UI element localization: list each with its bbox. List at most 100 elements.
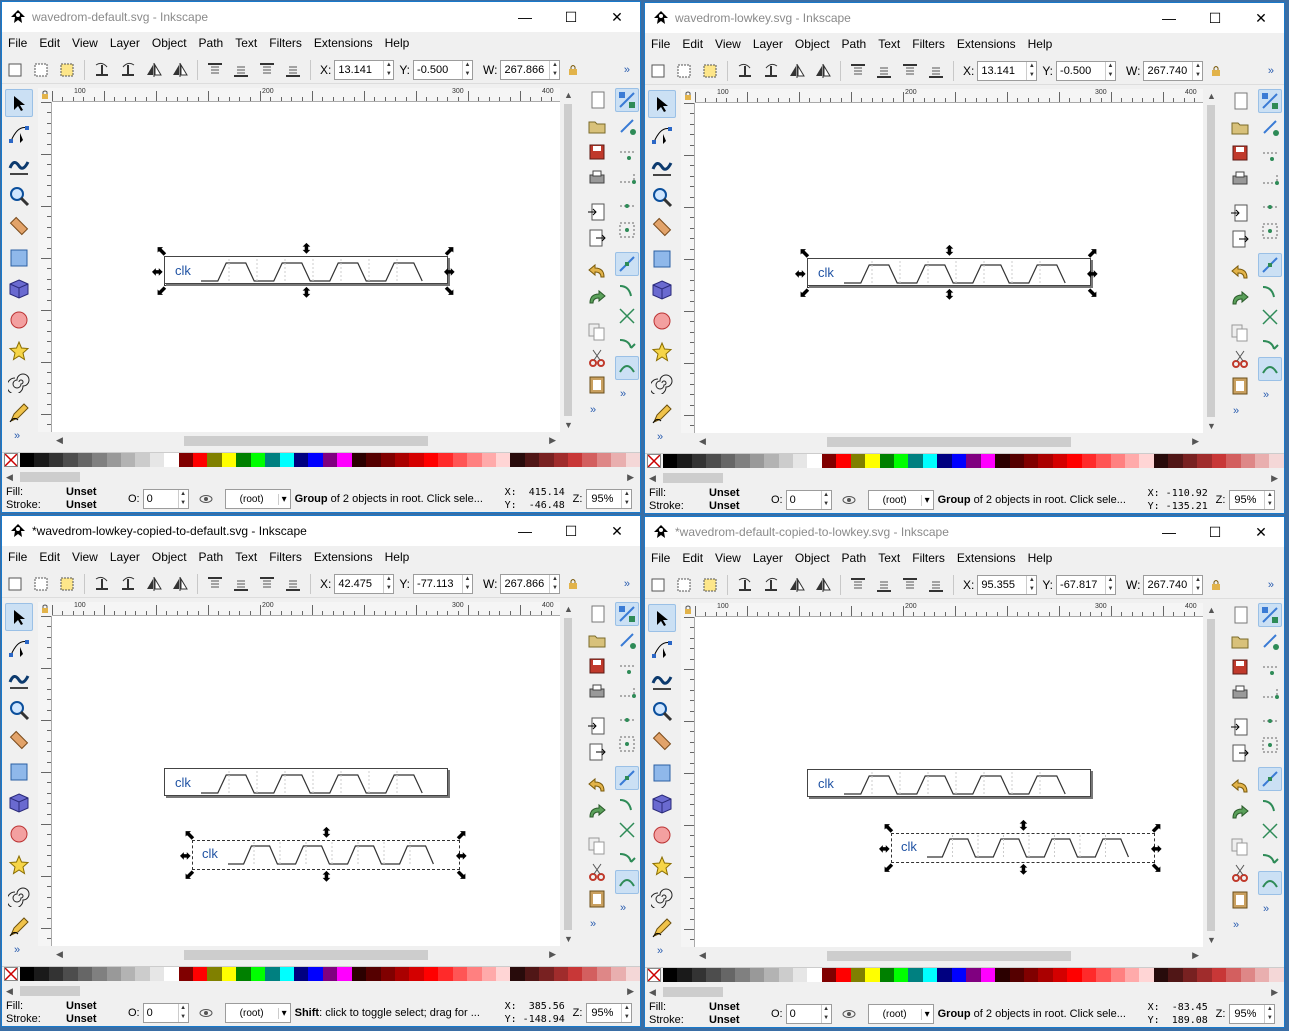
palette-swatch[interactable] xyxy=(792,968,808,982)
palette-swatch[interactable] xyxy=(20,453,35,467)
menu-layer[interactable]: Layer xyxy=(747,37,789,51)
wavedrom-group[interactable]: clk xyxy=(807,258,1091,286)
raise-icon[interactable] xyxy=(230,59,252,81)
palette-swatch[interactable] xyxy=(135,967,150,981)
title-bar[interactable]: *wavedrom-lowkey-copied-to-default.svg -… xyxy=(2,516,640,546)
menu-edit[interactable]: Edit xyxy=(33,36,66,50)
more-controls-button[interactable]: » xyxy=(1268,65,1274,77)
vertical-scroll-thumb[interactable] xyxy=(1207,105,1215,417)
cut-icon[interactable] xyxy=(585,860,609,884)
wavedrom-group[interactable]: clk xyxy=(164,768,448,796)
palette-swatch[interactable] xyxy=(568,453,583,467)
stroke-value[interactable]: Unset xyxy=(66,499,122,512)
palette-swatch[interactable] xyxy=(1096,968,1111,982)
palette-swatch[interactable] xyxy=(625,967,640,981)
palette-swatch[interactable] xyxy=(706,454,721,468)
scale-handle-ne[interactable]: ⬈ xyxy=(1151,821,1162,834)
palette-swatch[interactable] xyxy=(611,453,626,467)
y-spinner[interactable]: ▲ ▼ xyxy=(1105,575,1115,594)
print-icon[interactable] xyxy=(585,166,609,190)
deselect-icon[interactable] xyxy=(699,60,721,82)
palette-swatch[interactable] xyxy=(120,967,136,981)
more-snap-button[interactable]: » xyxy=(1263,389,1284,401)
more-snap-button[interactable]: » xyxy=(1263,903,1284,915)
menu-object[interactable]: Object xyxy=(789,551,836,565)
horizontal-scroll-thumb[interactable] xyxy=(184,436,428,446)
w-spinner[interactable]: ▲ ▼ xyxy=(1192,61,1202,80)
palette-swatch[interactable] xyxy=(106,453,121,467)
stroke-value[interactable]: Unset xyxy=(709,1014,765,1027)
palette-swatch[interactable] xyxy=(778,968,793,982)
palette-swatch[interactable] xyxy=(1226,968,1241,982)
palette-swatch[interactable] xyxy=(63,967,78,981)
scale-handle-ne[interactable]: ⬈ xyxy=(456,828,467,841)
opacity-spinner[interactable]: ▲ ▼ xyxy=(820,1005,831,1023)
raise-to-top-icon[interactable] xyxy=(204,573,226,595)
x-field[interactable]: 42.475 ▲ ▼ xyxy=(334,573,395,594)
palette-swatch[interactable] xyxy=(34,967,49,981)
snap-bbox-icon[interactable] xyxy=(1258,629,1282,653)
select-all-layers-icon[interactable] xyxy=(30,59,52,81)
palette-swatch[interactable] xyxy=(735,968,750,982)
lock-icon[interactable] xyxy=(1205,574,1227,596)
menu-object[interactable]: Object xyxy=(146,550,193,564)
palette-swatch[interactable] xyxy=(951,454,967,468)
ellipse-tool-icon[interactable] xyxy=(648,307,676,335)
scroll-right-icon[interactable]: ▶ xyxy=(627,472,634,483)
spiral-tool-icon[interactable] xyxy=(5,882,33,910)
layer-selector[interactable]: (root) ▾ xyxy=(867,1004,934,1024)
print-icon[interactable] xyxy=(1228,681,1252,705)
scroll-right-icon[interactable]: ▶ xyxy=(1192,950,1199,961)
palette-swatch[interactable] xyxy=(380,453,395,467)
rotate-ccw-icon[interactable] xyxy=(734,574,756,596)
scale-handle-s[interactable]: ⬍ xyxy=(944,288,955,301)
scale-handle-se[interactable]: ⬊ xyxy=(1087,286,1098,299)
opacity-field[interactable]: 0 ▲ ▼ xyxy=(142,1003,189,1023)
lower-icon[interactable] xyxy=(899,60,921,82)
paste-icon[interactable] xyxy=(585,372,609,396)
wavedrom-group[interactable]: clk xyxy=(192,840,460,868)
palette-swatch[interactable] xyxy=(135,453,150,467)
palette-swatch[interactable] xyxy=(337,967,352,981)
palette-swatch[interactable] xyxy=(236,453,251,467)
export-icon[interactable] xyxy=(585,740,609,764)
star-tool-icon[interactable] xyxy=(5,851,33,879)
redo-icon[interactable] xyxy=(1228,287,1252,311)
horizontal-ruler[interactable]: 100 200 300 400 xyxy=(52,88,562,102)
select-all-layers-icon[interactable] xyxy=(673,60,695,82)
scroll-left-icon[interactable]: ◀ xyxy=(56,435,63,446)
minimize-button[interactable]: — xyxy=(1146,3,1192,33)
snap-toggle-icon[interactable] xyxy=(615,88,639,112)
print-icon[interactable] xyxy=(585,680,609,704)
vertical-scrollbar[interactable]: ▲ ▼ xyxy=(1203,603,1219,947)
select-all-icon[interactable] xyxy=(647,574,669,596)
raise-to-top-icon[interactable] xyxy=(204,59,226,81)
palette-swatch[interactable] xyxy=(193,453,208,467)
cut-icon[interactable] xyxy=(585,346,609,370)
snap-intersection-icon[interactable] xyxy=(615,818,639,842)
palette-swatch[interactable] xyxy=(495,967,511,981)
palette-swatch[interactable] xyxy=(250,453,266,467)
tweak-tool-icon[interactable] xyxy=(648,666,676,694)
menu-layer[interactable]: Layer xyxy=(747,551,789,565)
palette-swatch[interactable] xyxy=(1269,968,1284,982)
w-spinner[interactable]: ▲ ▼ xyxy=(549,574,559,593)
palette-swatch[interactable] xyxy=(1197,968,1212,982)
3d-box-tool-icon[interactable] xyxy=(648,276,676,304)
menu-path[interactable]: Path xyxy=(836,37,873,51)
palette-swatch[interactable] xyxy=(193,967,208,981)
palette-swatch[interactable] xyxy=(1211,454,1227,468)
palette-swatch[interactable] xyxy=(1269,454,1284,468)
palette-swatch[interactable] xyxy=(611,967,626,981)
palette-swatch[interactable] xyxy=(106,967,121,981)
menu-edit[interactable]: Edit xyxy=(33,550,66,564)
menu-file[interactable]: File xyxy=(2,550,33,564)
scroll-left-icon[interactable]: ◀ xyxy=(6,472,13,483)
vertical-ruler[interactable] xyxy=(38,102,52,432)
palette-swatch[interactable] xyxy=(438,967,453,981)
lower-to-bottom-icon[interactable] xyxy=(925,574,947,596)
rotate-ccw-icon[interactable] xyxy=(91,573,113,595)
palette-scroll-thumb[interactable] xyxy=(20,472,80,482)
scroll-left-icon[interactable]: ◀ xyxy=(649,473,656,484)
palette-scrollbar[interactable]: ◀ ▶ xyxy=(645,470,1284,486)
